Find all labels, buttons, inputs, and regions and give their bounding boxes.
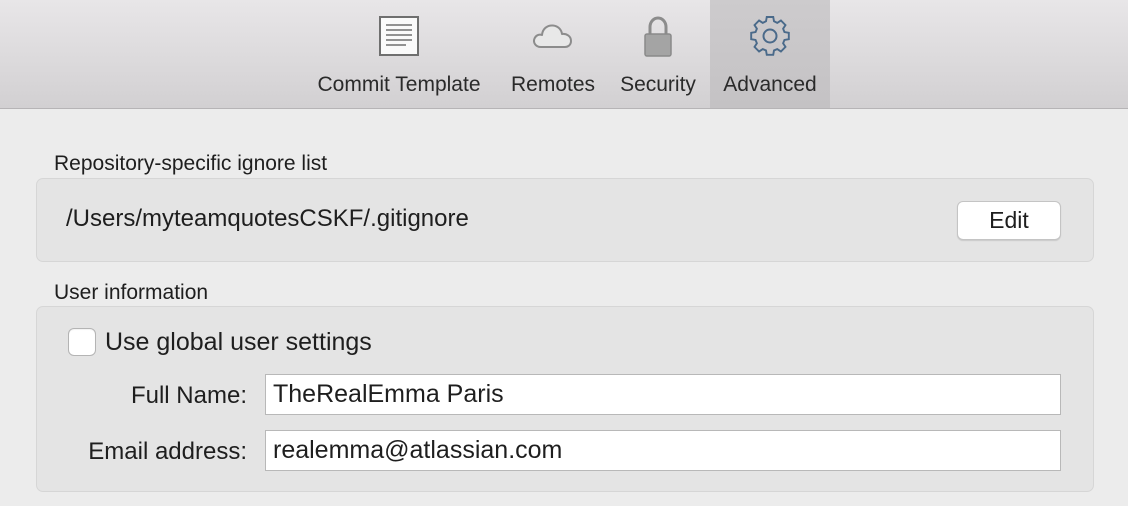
ignore-list-title: Repository-specific ignore list (54, 152, 328, 175)
full-name-field[interactable] (265, 374, 1061, 415)
tab-advanced[interactable]: Advanced (710, 0, 830, 108)
tab-security[interactable]: Security (608, 0, 708, 108)
user-information-title: User information (54, 281, 209, 304)
gear-icon (747, 14, 793, 58)
tab-commit-template[interactable]: Commit Template (300, 0, 498, 108)
preferences-toolbar: Commit Template Remotes Security Advance… (0, 0, 1128, 109)
tab-commit-template-label: Commit Template (317, 73, 481, 96)
tab-security-label: Security (620, 73, 696, 96)
tab-remotes-label: Remotes (510, 73, 596, 96)
email-address-field[interactable] (265, 430, 1061, 471)
lock-icon (635, 14, 681, 58)
edit-button[interactable]: Edit (957, 201, 1061, 240)
ignore-list-box: /Users/myteamquotesCSKF/.gitignore Edit (36, 178, 1094, 262)
email-address-label: Email address: (88, 438, 247, 465)
use-global-settings-label: Use global user settings (105, 328, 372, 356)
cloud-icon (530, 14, 576, 58)
use-global-settings-checkbox[interactable] (68, 328, 96, 356)
tab-remotes[interactable]: Remotes (500, 0, 606, 108)
tab-advanced-label: Advanced (723, 73, 817, 96)
user-information-box: Use global user settings Full Name: Emai… (36, 306, 1094, 492)
document-icon (376, 14, 422, 58)
gitignore-path: /Users/myteamquotesCSKF/.gitignore (66, 205, 469, 232)
full-name-label: Full Name: (130, 382, 247, 409)
